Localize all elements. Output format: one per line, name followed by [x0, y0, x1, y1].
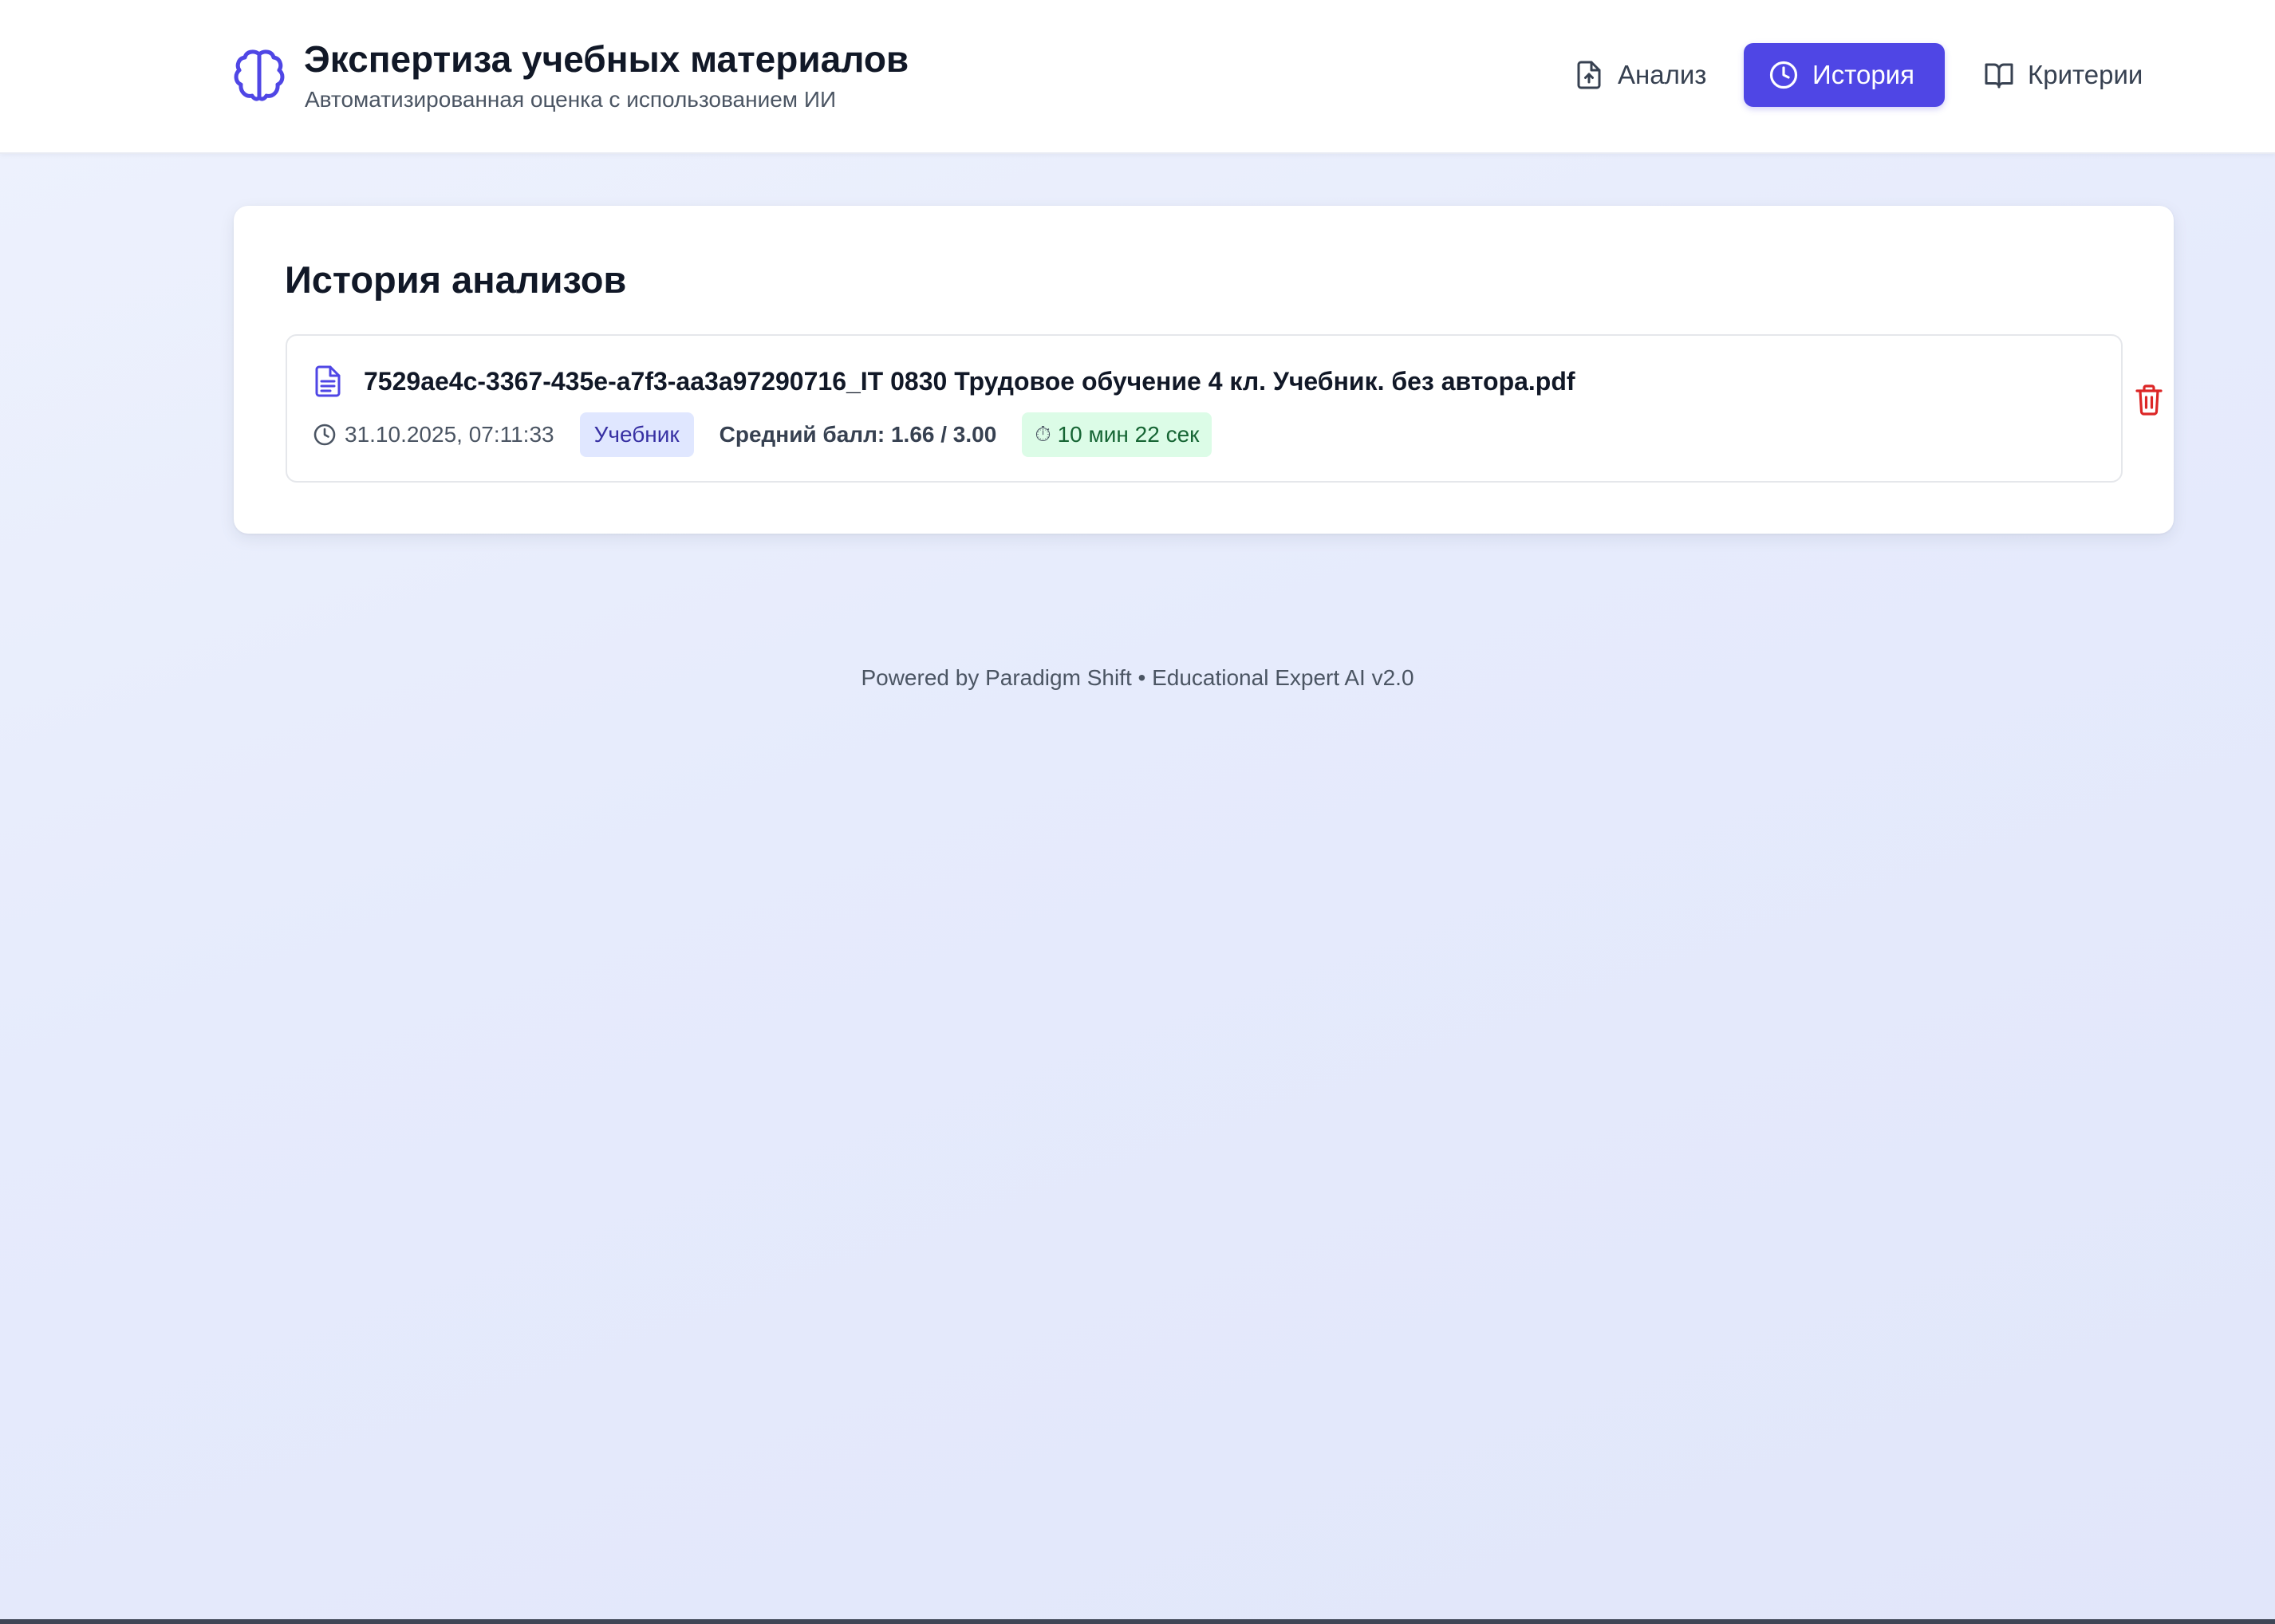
history-title: История анализов — [285, 258, 627, 301]
clock-icon — [1769, 61, 1798, 89]
nav-analysis-label: Анализ — [1618, 60, 1707, 89]
history-meta: 31.10.2025, 07:11:33 Учебник Средний бал… — [313, 412, 1212, 457]
duration-badge: ⏱ 10 мин 22 сек — [1022, 412, 1212, 457]
history-file-name: 7529ae4c-3367-435e-a7f3-aa3a97290716_IT … — [364, 367, 1575, 396]
history-item[interactable]: 7529ae4c-3367-435e-a7f3-aa3a97290716_IT … — [286, 334, 2163, 483]
delete-button[interactable] — [2127, 377, 2171, 422]
app-header: Экспертиза учебных материалов Автоматизи… — [0, 0, 2275, 154]
material-type-badge: Учебник — [579, 412, 694, 457]
nav-criteria[interactable]: Критерии — [1959, 43, 2167, 107]
nav-criteria-label: Критерии — [2028, 60, 2143, 89]
nav-history[interactable]: История — [1744, 43, 1945, 107]
window-bottom-edge — [0, 1619, 2275, 1624]
clock-icon — [313, 424, 336, 446]
history-date-text: 31.10.2025, 07:11:33 — [345, 422, 554, 447]
average-score: Средний балл: 1.66 / 3.00 — [719, 422, 997, 447]
duration-text: 10 мин 22 сек — [1057, 422, 1200, 447]
history-date: 31.10.2025, 07:11:33 — [313, 422, 554, 447]
brain-icon — [234, 49, 285, 101]
nav-analysis[interactable]: Анализ — [1549, 43, 1730, 107]
app-subtitle: Автоматизированная оценка с использовани… — [305, 87, 837, 112]
trash-icon — [2135, 384, 2163, 416]
file-upload-icon — [1577, 61, 1601, 89]
nav-history-label: История — [1812, 60, 1914, 89]
history-card: История анализов 7529ae4c-3367-435e-a7f3… — [234, 206, 2174, 534]
book-open-icon — [1985, 63, 2013, 89]
file-text-icon — [315, 365, 341, 397]
app-title: Экспертиза учебных материалов — [304, 38, 909, 80]
footer-text: Powered by Paradigm Shift • Educational … — [861, 665, 1414, 690]
stopwatch-icon: ⏱ — [1035, 422, 1051, 446]
